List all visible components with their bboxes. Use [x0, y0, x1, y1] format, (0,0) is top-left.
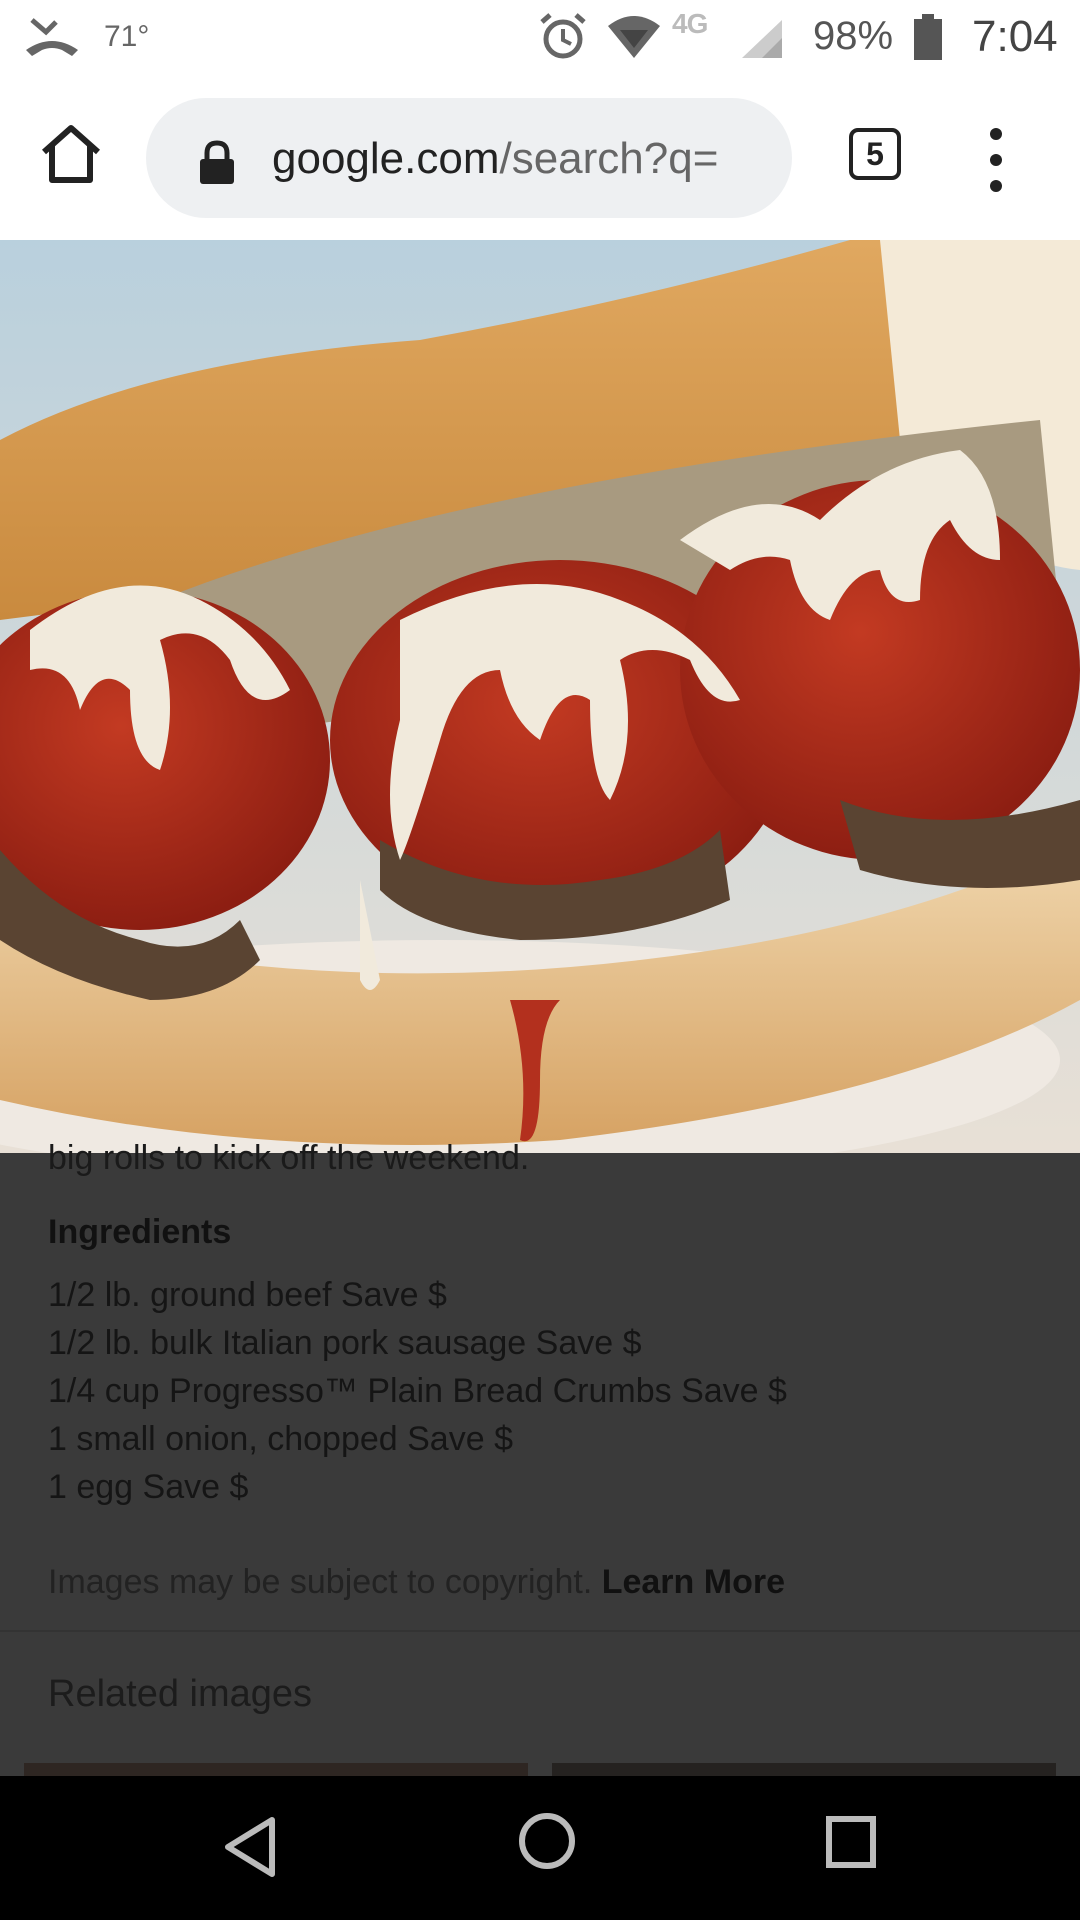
signal-icon	[742, 20, 782, 58]
url-text: google.com/search?q=	[272, 134, 718, 184]
browser-toolbar: google.com/search?q= 5	[0, 76, 1080, 240]
related-images-heading: Related images	[48, 1673, 313, 1715]
copyright-notice: Images may be subject to copyright. Lear…	[48, 1563, 785, 1602]
back-icon[interactable]	[222, 1816, 278, 1878]
ingredients-list: 1/2 lb. ground beef Save $ 1/2 lb. bulk …	[48, 1271, 787, 1511]
system-nav-bar	[0, 1776, 1080, 1920]
recent-apps-icon[interactable]	[826, 1816, 876, 1868]
divider	[0, 1630, 1080, 1632]
wifi-icon	[608, 16, 660, 58]
list-item: 1/2 lb. ground beef Save $	[48, 1276, 447, 1314]
lead-text: big rolls to kick off the weekend.	[48, 1139, 530, 1177]
address-bar[interactable]: google.com/search?q=	[146, 98, 792, 218]
home-icon[interactable]	[38, 122, 104, 186]
home-nav-icon[interactable]	[518, 1812, 576, 1870]
overflow-menu-icon[interactable]	[976, 120, 1016, 200]
page-content: big rolls to kick off the weekend. Ingre…	[0, 1139, 1080, 1776]
copyright-text: Images may be subject to copyright.	[48, 1563, 593, 1601]
list-item: 1/4 cup Progresso™ Plain Bread Crumbs Sa…	[48, 1372, 787, 1410]
related-image-thumb[interactable]	[552, 1763, 1056, 1776]
list-item: 1/2 lb. bulk Italian pork sausage Save $	[48, 1324, 642, 1362]
related-image-thumb[interactable]	[24, 1763, 528, 1776]
meatball-sub-image	[0, 240, 1080, 1153]
lock-icon	[200, 140, 234, 184]
preview-image[interactable]	[0, 240, 1080, 1153]
status-bar: 71° 4G 98% 7:04	[0, 0, 1080, 76]
battery-icon	[914, 14, 942, 60]
clock-text: 7:04	[972, 12, 1058, 61]
alarm-icon	[540, 13, 586, 59]
missed-call-icon	[26, 18, 78, 56]
network-type-text: 4G	[672, 8, 708, 39]
url-path: /search?q=	[499, 134, 719, 183]
temperature-text: 71°	[104, 20, 150, 53]
learn-more-link[interactable]: Learn More	[602, 1563, 785, 1601]
battery-percent-text: 98%	[813, 14, 894, 58]
list-item: 1 small onion, chopped Save $	[48, 1420, 513, 1458]
list-item: 1 egg Save $	[48, 1468, 249, 1506]
url-domain: google.com	[272, 134, 500, 183]
tab-switcher-button[interactable]: 5	[849, 128, 901, 180]
ingredients-heading: Ingredients	[48, 1213, 232, 1251]
